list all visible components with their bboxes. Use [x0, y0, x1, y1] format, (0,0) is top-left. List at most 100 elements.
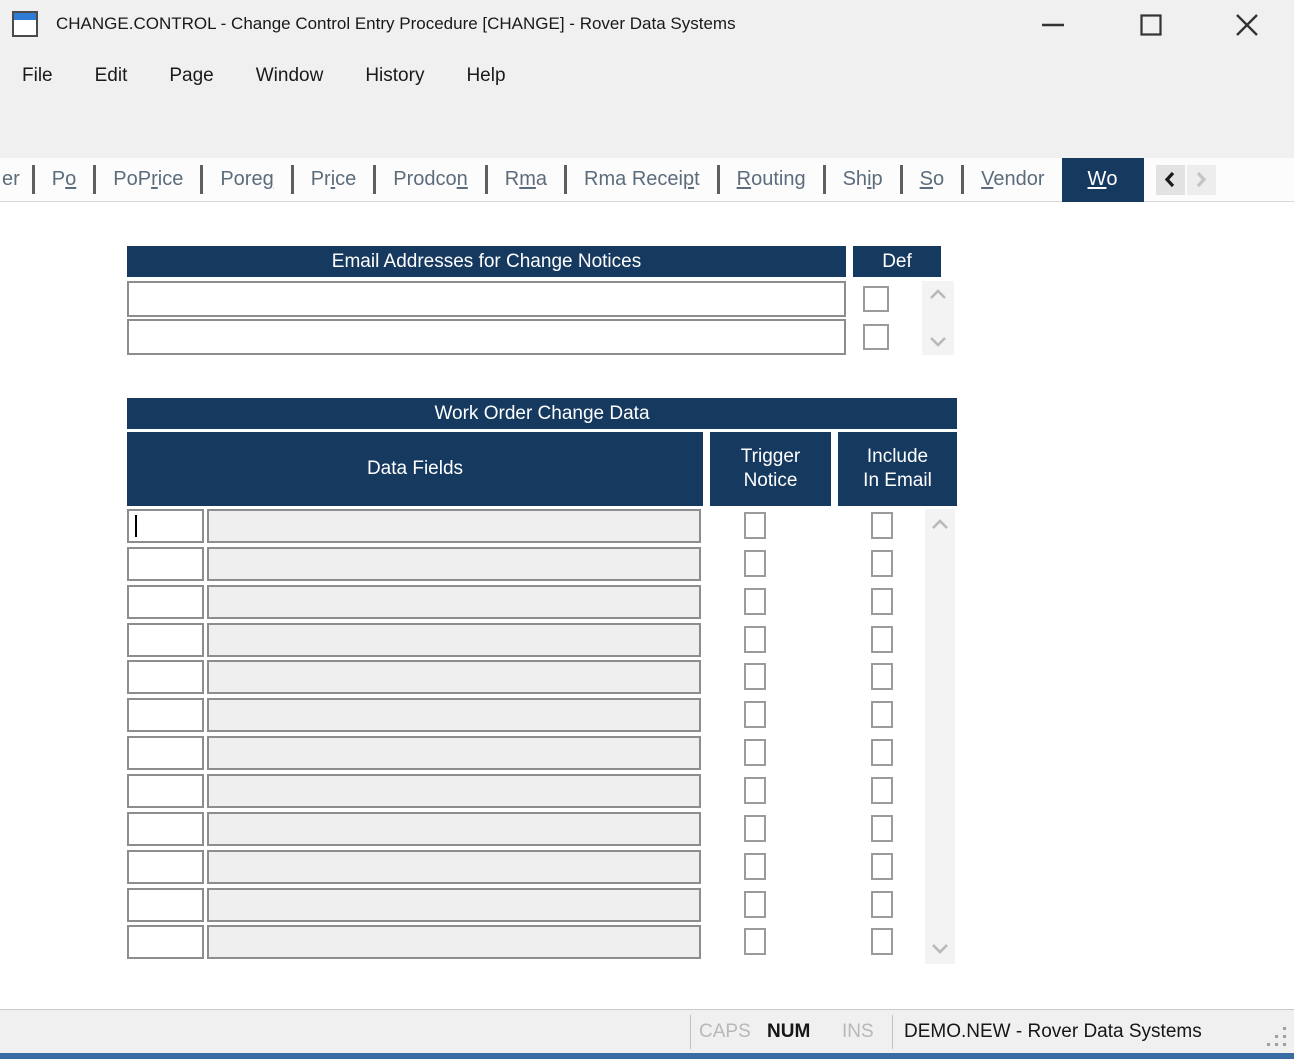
- tab-price[interactable]: Price: [294, 168, 374, 191]
- trigger-notice-checkbox-row-2[interactable]: [744, 550, 766, 577]
- wo-description-row-9: [207, 812, 701, 846]
- chevron-left-icon: [1164, 171, 1175, 188]
- wo-field-row-3-input[interactable]: [129, 587, 202, 617]
- wo-description-row-10: [207, 850, 701, 884]
- trigger-notice-checkbox-row-5[interactable]: [744, 663, 766, 690]
- trigger-notice-checkbox-row-11[interactable]: [744, 891, 766, 918]
- trigger-notice-checkbox-row-10[interactable]: [744, 853, 766, 880]
- wo-field-row-5: [127, 660, 204, 694]
- menu-file[interactable]: File: [22, 65, 53, 87]
- include-in-email-checkbox-row-12[interactable]: [871, 928, 893, 955]
- minimize-button[interactable]: [1024, 0, 1082, 50]
- wo-field-row-5-input[interactable]: [129, 662, 202, 692]
- trigger-notice-checkbox-row-8[interactable]: [744, 777, 766, 804]
- wo-field-row-6-input[interactable]: [129, 700, 202, 730]
- wo-field-row-8: [127, 774, 204, 808]
- tab-wo[interactable]: Wo: [1061, 157, 1144, 202]
- include-in-email-checkbox-row-1[interactable]: [871, 512, 893, 539]
- menu-bar: File Edit Page Window History Help: [0, 52, 1294, 100]
- text-caret: [135, 515, 137, 537]
- tab-ship[interactable]: Ship: [826, 168, 900, 191]
- wo-description-row-3: [207, 585, 701, 619]
- scroll-up-icon[interactable]: [931, 518, 949, 530]
- include-in-email-checkbox-row-9[interactable]: [871, 815, 893, 842]
- wo-description-row-11: [207, 888, 701, 922]
- wo-field-row-1: [127, 509, 204, 543]
- wo-description-row-7: [207, 736, 701, 770]
- status-separator: [690, 1015, 691, 1049]
- include-in-email-checkbox-row-2[interactable]: [871, 550, 893, 577]
- include-in-email-checkbox-row-7[interactable]: [871, 739, 893, 766]
- wo-field-row-6: [127, 698, 204, 732]
- tab-routing[interactable]: Routing: [720, 168, 823, 191]
- status-num-indicator: NUM: [767, 1021, 811, 1042]
- session-label: DEMO.NEW - Rover Data Systems: [904, 1021, 1202, 1042]
- tab-rma-receipt[interactable]: Rma Receipt: [567, 168, 717, 191]
- wo-field-row-7-input[interactable]: [129, 738, 202, 768]
- menu-history[interactable]: History: [365, 65, 424, 87]
- tab-strip: er Po PoPrice Poreg Price Prodcon Rma Rma Recei…: [0, 157, 1294, 202]
- tab-so[interactable]: So: [903, 168, 961, 191]
- menu-help[interactable]: Help: [466, 65, 505, 87]
- close-button[interactable]: [1218, 0, 1276, 50]
- menu-window[interactable]: Window: [256, 65, 324, 87]
- wo-description-row-11-input: [209, 890, 699, 920]
- wo-field-row-8-input[interactable]: [129, 776, 202, 806]
- menu-page[interactable]: Page: [169, 65, 213, 87]
- wo-field-row-1-input[interactable]: [129, 511, 202, 541]
- trigger-notice-checkbox-row-9[interactable]: [744, 815, 766, 842]
- wo-field-row-12: [127, 925, 204, 959]
- resize-grip[interactable]: [1266, 1026, 1286, 1046]
- include-in-email-checkbox-row-8[interactable]: [871, 777, 893, 804]
- maximize-button[interactable]: [1122, 0, 1180, 50]
- tab-scroll-right-button[interactable]: [1186, 164, 1216, 195]
- wo-description-row-1: [207, 509, 701, 543]
- tab-er[interactable]: er: [0, 168, 32, 191]
- window-border: [0, 1053, 1294, 1059]
- include-in-email-checkbox-row-10[interactable]: [871, 853, 893, 880]
- wo-field-row-4-input[interactable]: [129, 625, 202, 655]
- window-title: CHANGE.CONTROL - Change Control Entry Pr…: [56, 14, 736, 33]
- tab-poreg[interactable]: Poreg: [203, 168, 290, 191]
- menu-edit[interactable]: Edit: [95, 65, 128, 87]
- wo-field-row-2-input[interactable]: [129, 549, 202, 579]
- tab-rma[interactable]: Rma: [488, 168, 564, 191]
- trigger-notice-checkbox-row-7[interactable]: [744, 739, 766, 766]
- minimize-icon: [1042, 23, 1064, 27]
- tab-po[interactable]: Po: [35, 168, 93, 191]
- include-in-email-checkbox-row-3[interactable]: [871, 588, 893, 615]
- wo-description-row-12-input: [209, 927, 699, 957]
- wo-field-row-9-input[interactable]: [129, 814, 202, 844]
- tab-poprice[interactable]: PoPrice: [96, 168, 200, 191]
- tab-prodcon[interactable]: Prodcon: [376, 168, 485, 191]
- wo-rows: [0, 202, 1294, 1009]
- trigger-notice-checkbox-row-3[interactable]: [744, 588, 766, 615]
- wo-field-row-11-input[interactable]: [129, 890, 202, 920]
- status-separator: [892, 1015, 893, 1049]
- include-in-email-checkbox-row-4[interactable]: [871, 626, 893, 653]
- wo-field-row-7: [127, 736, 204, 770]
- wo-field-row-10-input[interactable]: [129, 852, 202, 882]
- wo-description-row-7-input: [209, 738, 699, 768]
- title-bar: CHANGE.CONTROL - Change Control Entry Pr…: [0, 0, 1294, 52]
- wo-description-row-5-input: [209, 662, 699, 692]
- include-in-email-checkbox-row-11[interactable]: [871, 891, 893, 918]
- wo-description-row-9-input: [209, 814, 699, 844]
- tab-scroll-left-button[interactable]: [1155, 164, 1185, 195]
- wo-field-row-12-input[interactable]: [129, 927, 202, 957]
- form-area: Email Addresses for Change Notices Def W…: [0, 202, 1294, 1009]
- include-in-email-checkbox-row-5[interactable]: [871, 663, 893, 690]
- wo-description-row-2-input: [209, 549, 699, 579]
- trigger-notice-checkbox-row-6[interactable]: [744, 701, 766, 728]
- scroll-down-icon[interactable]: [931, 943, 949, 955]
- toolbar: ?: [0, 100, 1294, 249]
- wo-description-row-8: [207, 774, 701, 808]
- include-in-email-checkbox-row-6[interactable]: [871, 701, 893, 728]
- work-order-scrollbar[interactable]: [925, 509, 955, 964]
- maximize-icon: [1140, 14, 1162, 36]
- trigger-notice-checkbox-row-4[interactable]: [744, 626, 766, 653]
- wo-field-row-9: [127, 812, 204, 846]
- trigger-notice-checkbox-row-12[interactable]: [744, 928, 766, 955]
- trigger-notice-checkbox-row-1[interactable]: [744, 512, 766, 539]
- tab-vendor[interactable]: Vendor: [964, 168, 1061, 191]
